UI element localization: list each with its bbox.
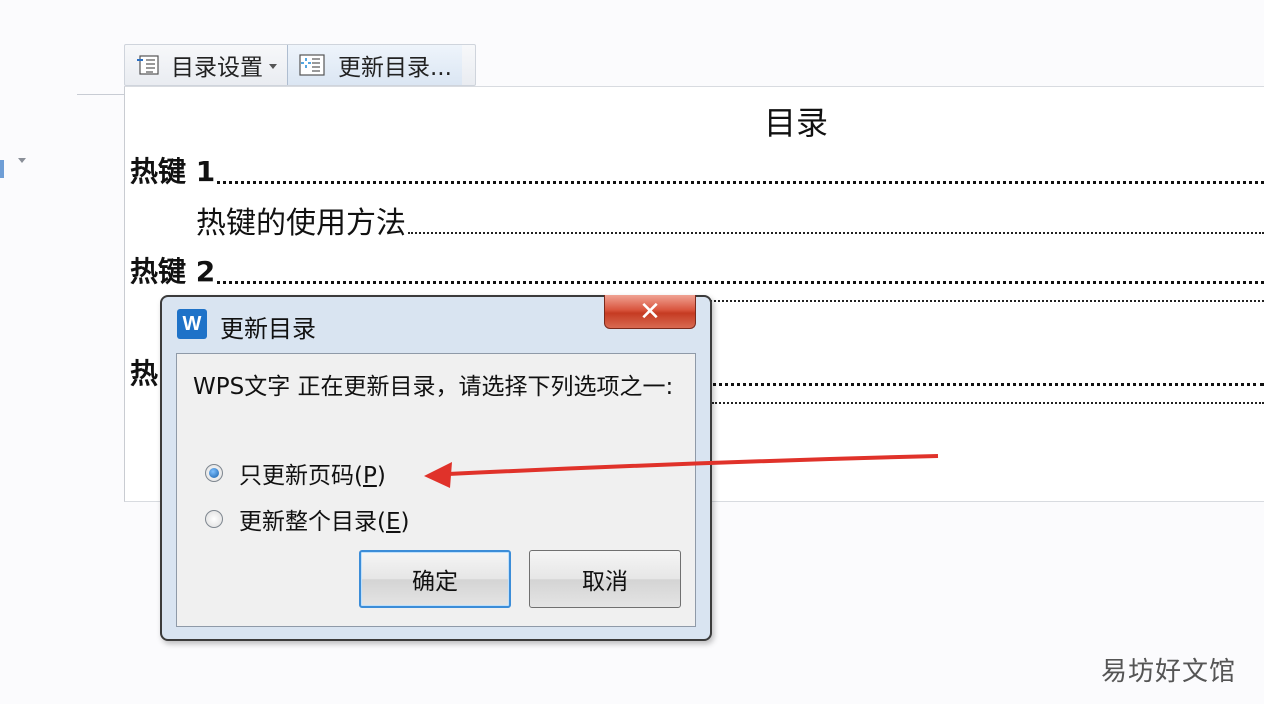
arrow-head — [424, 462, 452, 488]
watermark: 易坊好文馆 — [1100, 657, 1236, 687]
annotation-arrow — [424, 454, 939, 488]
arrow-shaft — [447, 454, 939, 476]
